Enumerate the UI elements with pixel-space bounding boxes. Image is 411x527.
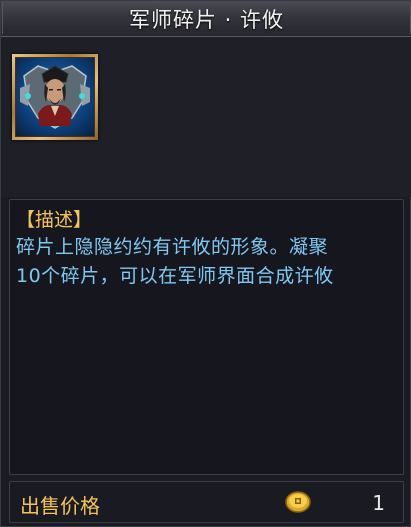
description-line-1: 碎片上隐隐约约有许攸的形象。凝聚 [16, 236, 329, 258]
description-heading: 【描述】 [16, 209, 93, 231]
sell-price-value: 1 [372, 491, 385, 515]
gold-coin-icon [284, 489, 312, 515]
sell-price-label: 出售价格 [20, 494, 100, 518]
description-line-2: 10个碎片，可以在军师界面合成许攸 [16, 265, 334, 287]
description-box: 【描述】 碎片上隐隐约约有许攸的形象。凝聚 10个碎片，可以在军师界面合成许攸 [9, 199, 404, 475]
sell-price-row: 出售价格 1 [9, 481, 404, 523]
strategist-portrait-icon [15, 57, 95, 137]
title-bar: 军师碎片 · 许攸 [1, 1, 411, 37]
item-icon-frame[interactable] [12, 54, 98, 140]
window-title: 军师碎片 · 许攸 [128, 7, 285, 32]
item-tooltip-panel: 军师碎片 · 许攸 【描述】 碎片上隐隐约约有许攸的形象。凝聚 10个碎片，可以… [0, 0, 411, 527]
item-header [1, 37, 411, 197]
